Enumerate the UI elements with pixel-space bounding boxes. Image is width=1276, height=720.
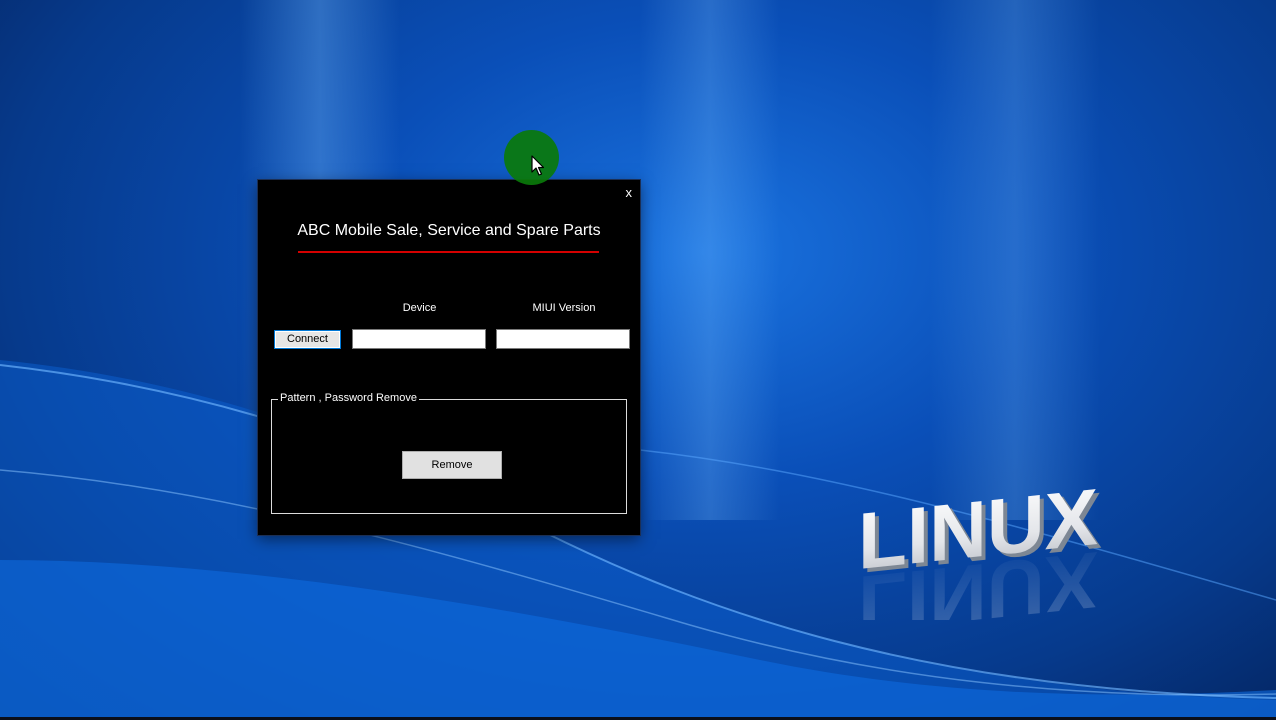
close-button[interactable]: x bbox=[626, 185, 633, 200]
device-label: Device bbox=[402, 302, 437, 314]
remove-button[interactable]: Remove bbox=[402, 451, 502, 479]
abc-mobile-dialog: x ABC Mobile Sale, Service and Spare Par… bbox=[258, 180, 640, 535]
mouse-pointer-icon bbox=[531, 155, 545, 176]
device-field[interactable] bbox=[352, 329, 486, 349]
dialog-title: ABC Mobile Sale, Service and Spare Parts bbox=[297, 222, 601, 239]
miui-version-label: MIUI Version bbox=[532, 302, 596, 314]
linux-logo: LINUX LINUX LINUX bbox=[858, 480, 1102, 620]
pattern-password-remove-group: Pattern , Password Remove Remove bbox=[271, 392, 627, 514]
desktop: LINUX LINUX LINUX x ABC Mobile Sale, Ser… bbox=[0, 0, 1276, 720]
miui-version-field[interactable] bbox=[496, 329, 630, 349]
group-label: Pattern , Password Remove bbox=[278, 392, 419, 404]
title-underline bbox=[298, 251, 599, 253]
connect-button[interactable]: Connect bbox=[274, 330, 341, 349]
